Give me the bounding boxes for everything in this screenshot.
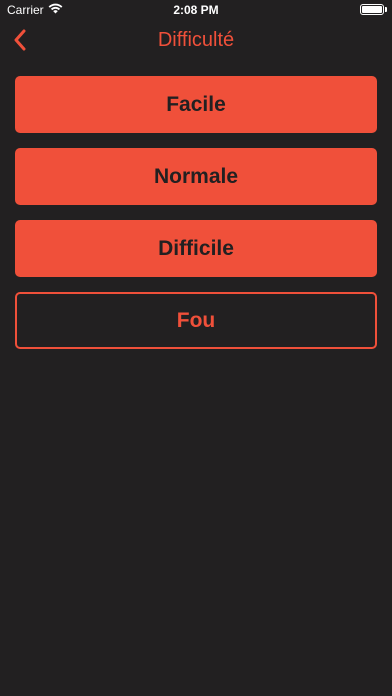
difficulty-option-hard[interactable]: Difficile <box>15 220 377 277</box>
difficulty-option-label: Fou <box>176 308 216 332</box>
difficulty-options: Facile Normale Difficile Fou <box>15 76 377 364</box>
page-title: Difficulté <box>157 29 235 51</box>
battery-icon <box>360 4 384 15</box>
battery-fill <box>362 6 382 13</box>
battery-tip <box>385 7 387 12</box>
status-time: 2:08 PM <box>173 3 219 17</box>
navigation-bar: Difficulté <box>0 20 392 64</box>
status-bar: Carrier 2:08 PM <box>0 0 392 20</box>
difficulty-option-label: Difficile <box>158 236 234 260</box>
difficulty-option-label: Facile <box>166 92 226 116</box>
difficulty-option-normal[interactable]: Normale <box>15 148 377 205</box>
difficulty-option-easy[interactable]: Facile <box>15 76 377 133</box>
difficulty-option-crazy[interactable]: Fou <box>15 292 377 349</box>
difficulty-option-label: Normale <box>153 164 239 188</box>
